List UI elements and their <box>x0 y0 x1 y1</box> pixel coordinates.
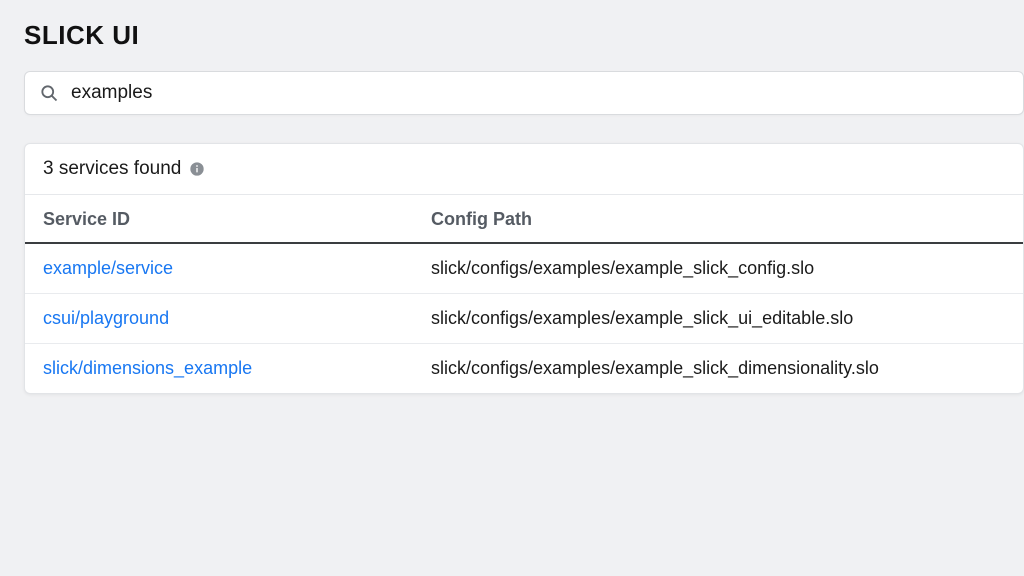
table-row: csui/playground slick/configs/examples/e… <box>25 294 1023 344</box>
search-icon <box>39 83 59 103</box>
page-title: SLICK UI <box>24 20 1024 51</box>
table-row: example/service slick/configs/examples/e… <box>25 244 1023 294</box>
config-path-text: slick/configs/examples/example_slick_dim… <box>431 358 879 378</box>
search-input[interactable] <box>71 82 1009 104</box>
service-id-link[interactable]: example/service <box>43 258 173 278</box>
column-header-config-path[interactable]: Config Path <box>431 209 1005 230</box>
table-header-row: Service ID Config Path <box>25 195 1023 244</box>
results-summary-text: 3 services found <box>43 158 181 180</box>
info-icon[interactable] <box>189 161 205 177</box>
results-table: Service ID Config Path example/service s… <box>25 195 1023 393</box>
service-id-link[interactable]: csui/playground <box>43 308 169 328</box>
config-path-text: slick/configs/examples/example_slick_ui_… <box>431 308 853 328</box>
search-box[interactable] <box>24 71 1024 115</box>
column-header-service-id[interactable]: Service ID <box>43 209 431 230</box>
service-id-link[interactable]: slick/dimensions_example <box>43 358 252 378</box>
table-row: slick/dimensions_example slick/configs/e… <box>25 344 1023 393</box>
results-summary-row: 3 services found <box>25 144 1023 195</box>
results-card: 3 services found Service ID Config Path … <box>24 143 1024 394</box>
config-path-text: slick/configs/examples/example_slick_con… <box>431 258 814 278</box>
